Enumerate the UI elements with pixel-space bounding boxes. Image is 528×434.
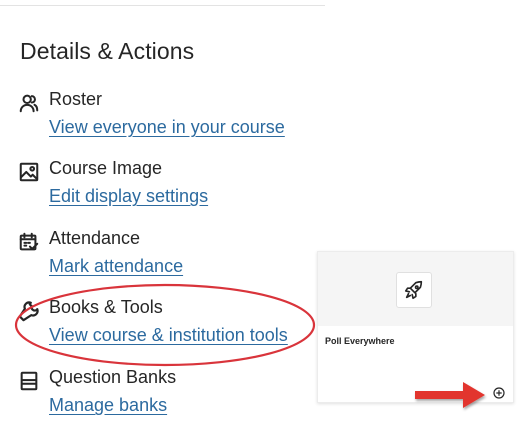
add-tool-button[interactable] (493, 387, 505, 399)
wrench-icon (18, 300, 40, 322)
roster-link[interactable]: View everyone in your course (49, 117, 285, 138)
books-tools-label: Books & Tools (49, 297, 163, 317)
tool-card-header (318, 252, 513, 326)
tool-card[interactable]: Poll Everywhere (317, 251, 514, 403)
plus-circle-icon (493, 387, 505, 399)
question-banks-link[interactable]: Manage banks (49, 395, 167, 416)
tool-name: Poll Everywhere (325, 336, 395, 346)
details-item-roster: Roster View everyone in your course (18, 89, 318, 149)
details-item-books-tools: Books & Tools View course & institution … (18, 297, 318, 357)
course-image-label: Course Image (49, 158, 163, 178)
roster-icon (18, 92, 40, 114)
details-item-course-image: Course Image Edit display settings (18, 158, 318, 218)
attendance-link[interactable]: Mark attendance (49, 256, 183, 277)
details-item-attendance: Attendance Mark attendance (18, 228, 318, 288)
attendance-label: Attendance (49, 228, 141, 248)
question-bank-icon (18, 370, 40, 392)
image-icon (18, 161, 40, 183)
tool-logo (396, 272, 432, 308)
roster-label: Roster (49, 89, 103, 109)
section-title: Details & Actions (20, 38, 195, 64)
details-item-question-banks: Question Banks Manage banks (18, 367, 318, 427)
top-divider (0, 5, 325, 6)
books-tools-link[interactable]: View course & institution tools (49, 325, 288, 346)
rocket-icon (404, 280, 423, 300)
course-image-link[interactable]: Edit display settings (49, 186, 208, 207)
attendance-icon (18, 231, 40, 253)
question-banks-label: Question Banks (49, 367, 177, 387)
